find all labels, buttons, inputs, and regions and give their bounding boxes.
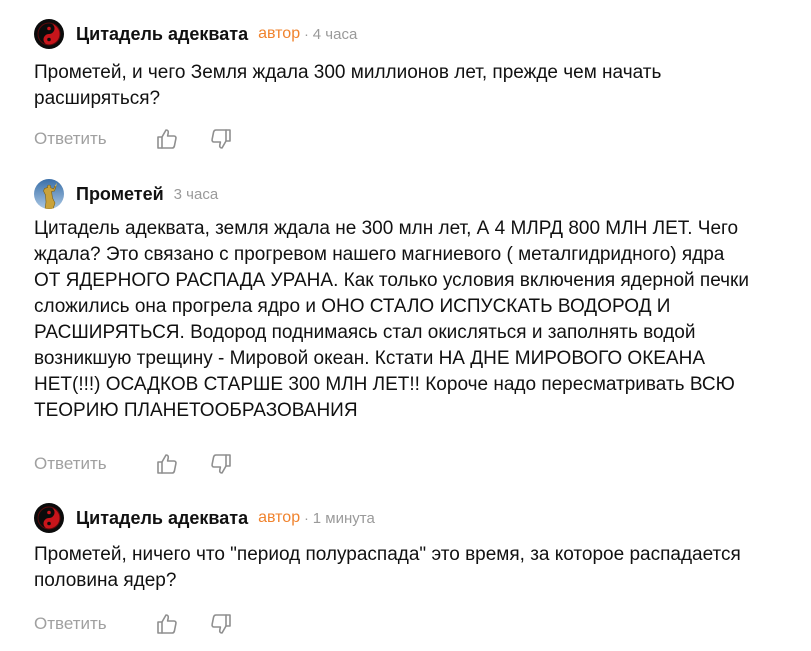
reply-button[interactable]: Ответить [34, 454, 107, 474]
yin-yang-red-avatar-icon[interactable] [34, 503, 64, 533]
statue-avatar-icon[interactable] [34, 179, 64, 209]
comment-actions: Ответить [34, 127, 233, 151]
comment-text: Цитадель адеквата, земля ждала не 300 мл… [34, 218, 749, 421]
reply-button[interactable]: Ответить [34, 129, 107, 149]
author-badge: автор [258, 509, 301, 526]
comment-time: 3 часа [173, 185, 219, 203]
comment-time: 4 часа [312, 25, 358, 43]
author-name[interactable]: Прометей [76, 184, 164, 205]
author-name[interactable]: Цитадель адеквата [76, 508, 248, 529]
comment-header: Цитадель адеквата автор · 4 часа [34, 14, 357, 54]
comment-actions: Ответить [34, 452, 233, 476]
thumbs-up-icon[interactable] [155, 612, 179, 636]
comment-header: Цитадель адеквата автор · 1 минута [34, 498, 375, 538]
thumbs-up-icon[interactable] [155, 452, 179, 476]
thumbs-up-icon[interactable] [155, 127, 179, 151]
comment-text: Прометей, и чего Земля ждала 300 миллион… [34, 62, 662, 109]
thumbs-down-icon[interactable] [209, 127, 233, 151]
comment-actions: Ответить [34, 612, 233, 636]
separator: · [304, 510, 309, 526]
comment-time: 1 минута [312, 509, 375, 527]
author-badge: автор [258, 25, 301, 42]
thumbs-down-icon[interactable] [209, 452, 233, 476]
yin-yang-red-avatar-icon[interactable] [34, 19, 64, 49]
author-name[interactable]: Цитадель адеквата [76, 24, 248, 45]
separator: · [304, 26, 309, 42]
thumbs-down-icon[interactable] [209, 612, 233, 636]
comment-text: Прометей, ничего что "период полураспада… [34, 544, 741, 591]
comment-header: Прометей 3 часа [34, 174, 218, 214]
reply-button[interactable]: Ответить [34, 614, 107, 634]
